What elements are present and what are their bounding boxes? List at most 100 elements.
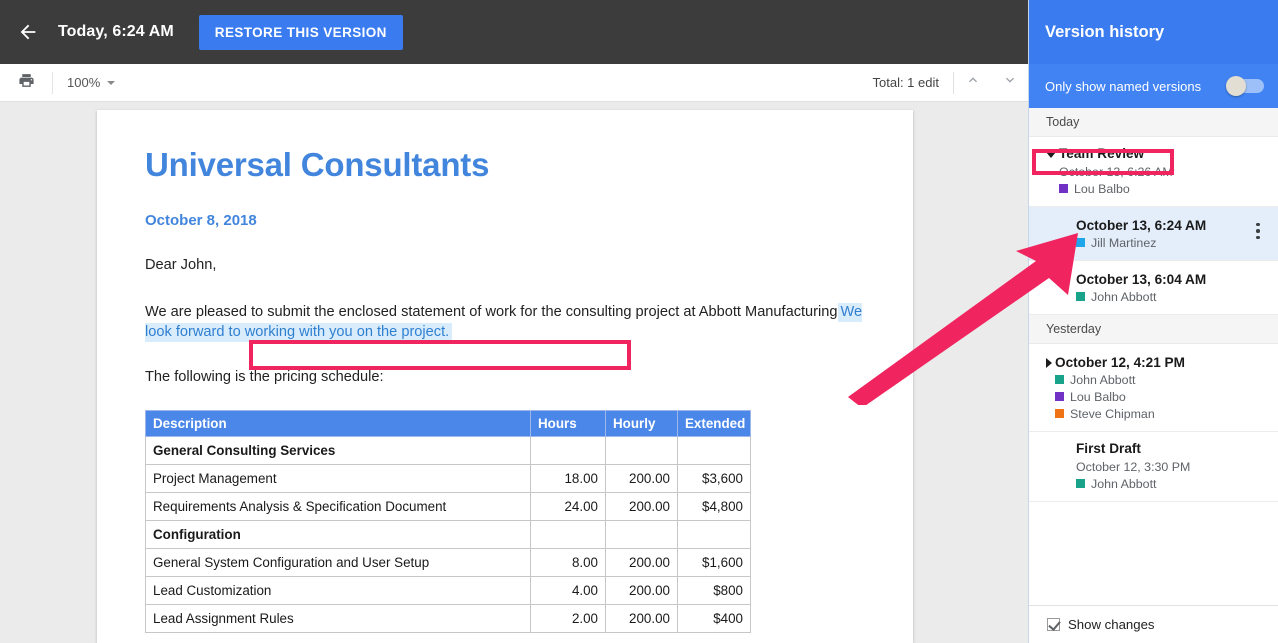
editor-name: Steve Chipman: [1070, 406, 1155, 421]
editor-color-swatch: [1055, 409, 1064, 419]
editor-color-swatch: [1076, 479, 1085, 489]
editor-name: John Abbott: [1091, 289, 1157, 304]
version-topbar: Today, 6:24 AM RESTORE THIS VERSION: [0, 0, 1028, 64]
editor-color-swatch: [1076, 238, 1085, 248]
pricing-table-body: General Consulting Services Project Manag…: [145, 435, 751, 633]
cell-hours: [530, 519, 606, 549]
cell-hourly: [605, 519, 678, 549]
sidebar-header: Version history: [1029, 0, 1278, 64]
cell-description: General System Configuration and User Se…: [145, 547, 531, 577]
body-text-before-highlight: We are pleased to submit the enclosed st…: [145, 303, 838, 320]
cell-description: Requirements Analysis & Specification Do…: [145, 491, 531, 521]
only-named-versions-switch[interactable]: [1226, 76, 1264, 96]
show-changes-row[interactable]: Show changes: [1029, 605, 1278, 643]
cell-hourly: 200.00: [605, 575, 678, 605]
cell-extended: [677, 435, 751, 465]
chevron-down-icon: [1002, 72, 1018, 93]
version-timestamp: October 12, 4:21 PM: [1055, 354, 1185, 370]
table-header-row: Description Hours Hourly Extended: [145, 409, 751, 437]
cell-hours: 18.00: [530, 463, 606, 493]
total-edits-label: Total: 1 edit: [872, 75, 940, 90]
version-timestamp-title: Today, 6:24 AM: [58, 23, 174, 40]
pricing-table: Description Hours Hourly Extended Genera…: [145, 409, 751, 633]
column-header-hours: Hours: [530, 409, 606, 437]
version-group-label: Today: [1029, 108, 1278, 137]
document-canvas: Universal Consultants October 8, 2018 De…: [0, 102, 1028, 643]
version-history-sidebar: Version history Only show named versions…: [1028, 0, 1278, 643]
document-date: October 8, 2018: [145, 211, 257, 229]
table-row: General System Configuration and User Se…: [145, 547, 751, 577]
cell-hourly: 200.00: [605, 463, 678, 493]
version-timestamp: October 13, 6:24 AM: [1076, 217, 1207, 233]
editor-color-swatch: [1055, 392, 1064, 402]
version-editor: John Abbott: [1076, 290, 1206, 304]
version-history-screen: Today, 6:24 AM RESTORE THIS VERSION 100%…: [0, 0, 1278, 643]
version-name: First Draft: [1076, 440, 1141, 456]
zoom-selector[interactable]: 100%: [53, 75, 129, 90]
version-list-item[interactable]: First Draft October 12, 3:30 PM John Abbot…: [1029, 432, 1278, 502]
table-row: Requirements Analysis & Specification Do…: [145, 491, 751, 521]
document-title: Universal Consultants: [145, 146, 490, 183]
column-header-description: Description: [145, 409, 531, 437]
cell-description: General Consulting Services: [145, 435, 531, 465]
column-header-hourly: Hourly: [605, 409, 678, 437]
version-timestamp: October 13, 6:26 AM: [1059, 164, 1173, 179]
version-editor: John Abbott: [1055, 373, 1185, 387]
editor-name: John Abbott: [1091, 476, 1157, 491]
version-editor: Steve Chipman: [1055, 407, 1185, 421]
cell-description: Lead Assignment Rules: [145, 603, 531, 633]
version-options-menu-button[interactable]: [1251, 222, 1265, 240]
cell-extended: $800: [677, 575, 751, 605]
show-changes-label: Show changes: [1068, 617, 1155, 632]
cell-hours: 4.00: [530, 575, 606, 605]
table-row: Lead Assignment Rules 2.00 200.00 $400: [145, 603, 751, 633]
editor-color-swatch: [1055, 375, 1064, 385]
cell-extended: $4,800: [677, 491, 751, 521]
document-salutation: Dear John,: [145, 256, 217, 273]
cell-extended: $1,600: [677, 547, 751, 577]
table-row: Configuration: [145, 519, 751, 549]
version-name: Team Review: [1059, 146, 1145, 161]
restore-this-version-button[interactable]: RESTORE THIS VERSION: [198, 14, 403, 50]
document-body-paragraph: We are pleased to submit the enclosed st…: [145, 302, 865, 343]
only-named-versions-toggle-row[interactable]: Only show named versions: [1029, 64, 1278, 108]
cell-hours: 24.00: [530, 491, 606, 521]
version-list[interactable]: Today Team Review October 13, 6:26 AM Lou B…: [1029, 108, 1278, 605]
only-named-versions-label: Only show named versions: [1045, 78, 1202, 94]
version-list-item[interactable]: October 13, 6:04 AM John Abbott: [1029, 261, 1278, 315]
cell-extended: $400: [677, 603, 751, 633]
table-row: General Consulting Services: [145, 435, 751, 465]
version-list-item[interactable]: Team Review October 13, 6:26 AM Lou Balbo: [1029, 137, 1278, 207]
version-editor: Lou Balbo: [1055, 390, 1185, 404]
previous-edit-button[interactable]: [954, 64, 991, 101]
cell-description: Lead Customization: [145, 575, 531, 605]
cell-description: Project Management: [145, 463, 531, 493]
next-edit-button[interactable]: [991, 64, 1028, 101]
version-list-item[interactable]: October 12, 4:21 PM John Abbott Lou Balbo S…: [1029, 344, 1278, 432]
chevron-up-icon: [965, 72, 981, 93]
document-pricing-intro: The following is the pricing schedule:: [145, 369, 384, 386]
version-timestamp: October 12, 3:30 PM: [1076, 459, 1191, 474]
cell-hourly: 200.00: [605, 603, 678, 633]
cell-extended: $3,600: [677, 463, 751, 493]
show-changes-checkbox[interactable]: [1047, 618, 1060, 631]
toolbar-right-group: Total: 1 edit: [873, 64, 1029, 101]
caret-right-icon[interactable]: [1046, 357, 1052, 368]
cell-extended: [677, 519, 751, 549]
back-button[interactable]: [0, 0, 56, 64]
editor-name: Lou Balbo: [1070, 389, 1126, 404]
editor-color-swatch: [1059, 184, 1068, 194]
version-editor: John Abbott: [1076, 477, 1190, 491]
arrow-left-icon: [17, 21, 39, 43]
editor-name: Jill Martinez: [1091, 235, 1157, 250]
editor-name: John Abbott: [1070, 372, 1136, 387]
document-toolbar: 100% Total: 1 edit: [0, 64, 1028, 102]
version-list-item[interactable]: October 13, 6:24 AM Jill Martinez: [1029, 206, 1278, 261]
version-timestamp: October 13, 6:04 AM: [1076, 271, 1207, 287]
caret-down-icon[interactable]: [1046, 152, 1056, 158]
cell-hours: 8.00: [530, 547, 606, 577]
cell-hourly: 200.00: [605, 547, 678, 577]
print-button[interactable]: [0, 64, 52, 101]
cell-description: Configuration: [145, 519, 531, 549]
version-group-label: Yesterday: [1029, 314, 1278, 344]
